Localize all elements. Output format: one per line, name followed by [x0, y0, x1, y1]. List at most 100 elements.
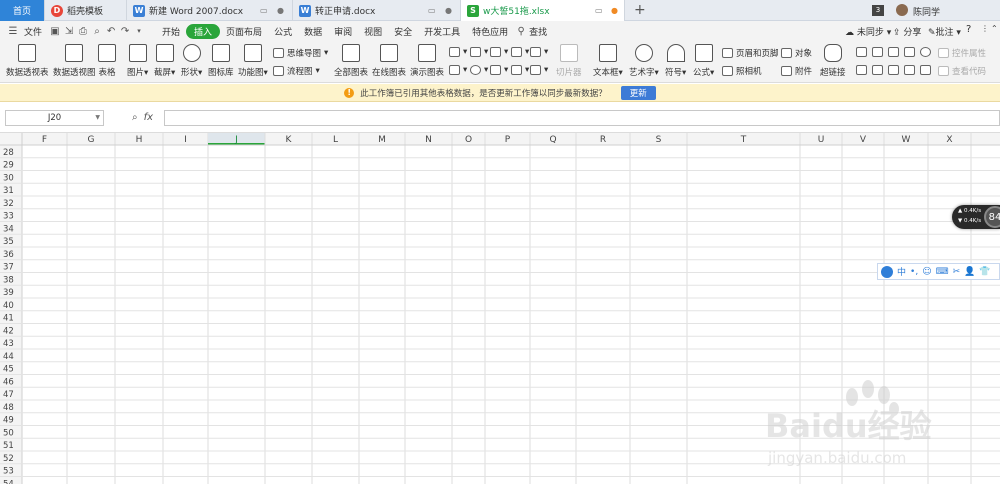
spin-control-button[interactable] — [888, 65, 899, 75]
tab-new-word-doc[interactable]: W 新建 Word 2007.docx ▭ ● — [127, 0, 293, 21]
textbox-control-button[interactable] — [872, 65, 883, 75]
menu-review[interactable]: 审阅 — [328, 25, 358, 38]
camera-button[interactable]: 照相机 — [722, 65, 762, 77]
bar-chart-dropdown[interactable]: ▾ — [470, 47, 488, 57]
ime-punctuation-icon[interactable]: •, — [910, 267, 918, 277]
area-chart-dropdown[interactable]: ▾ — [449, 65, 467, 75]
tab-regularization-doc[interactable]: W 转正申请.docx ▭ ● — [293, 0, 461, 21]
menu-page-layout[interactable]: 页面布局 — [220, 25, 268, 38]
demo-chart-button[interactable]: 演示图表 — [410, 44, 444, 78]
combobox-control-button[interactable] — [856, 65, 867, 75]
row-header-45[interactable]: 45 — [3, 365, 14, 375]
online-chart-button[interactable]: 在线图表 — [372, 44, 406, 78]
row-header-48[interactable]: 48 — [3, 403, 14, 413]
menu-start[interactable]: 开始 — [156, 25, 186, 38]
checkbox-control-button[interactable] — [904, 47, 915, 57]
collapse-ribbon-icon[interactable]: ⌃ — [991, 24, 998, 33]
row-header-35[interactable]: 35 — [3, 237, 14, 247]
column-header-M[interactable]: M — [378, 135, 386, 145]
label-control-button[interactable] — [856, 47, 867, 57]
menu-insert[interactable]: 插入 — [186, 23, 221, 39]
radar-chart-dropdown[interactable]: ▾ — [511, 47, 529, 57]
row-header-44[interactable]: 44 — [3, 352, 14, 362]
ime-logo-icon[interactable] — [881, 265, 893, 278]
comment-button[interactable]: ✎批注 ▾ — [928, 25, 961, 38]
help-icon[interactable]: ? — [966, 24, 971, 35]
column-header-L[interactable]: L — [333, 135, 338, 145]
column-header-T[interactable]: T — [740, 135, 747, 145]
line-chart-dropdown[interactable]: ▾ — [490, 47, 508, 57]
equation-button[interactable]: 公式▾ — [693, 44, 714, 78]
formula-input[interactable] — [164, 110, 1000, 126]
column-header-Q[interactable]: Q — [549, 135, 556, 145]
picture-button[interactable]: 图片▾ — [127, 44, 148, 78]
row-header-32[interactable]: 32 — [3, 199, 14, 209]
row-header-34[interactable]: 34 — [3, 224, 14, 234]
stock-chart-dropdown[interactable]: ▾ — [530, 65, 548, 75]
column-header-X[interactable]: X — [946, 135, 952, 145]
hamburger-menu-icon[interactable]: ☰ — [6, 26, 20, 37]
icon-library-button[interactable]: 图标库 — [208, 44, 234, 78]
menu-search[interactable]: 查找 — [528, 25, 553, 38]
row-header-33[interactable]: 33 — [3, 212, 14, 222]
network-speed-widget[interactable]: ▲ 0.4K/s ▼ 0.4K/s 84 — [952, 205, 1000, 229]
window-icon[interactable]: ▭ — [428, 6, 436, 15]
row-header-39[interactable]: 39 — [3, 288, 14, 298]
avatar[interactable] — [896, 4, 908, 16]
row-header-28[interactable]: 28 — [3, 148, 14, 158]
ime-keyboard-icon[interactable]: ⌨ — [936, 267, 949, 277]
new-tab-plus-icon[interactable]: + — [634, 2, 646, 18]
scatter-chart-dropdown[interactable]: ▾ — [490, 65, 508, 75]
object-button[interactable]: 对象 — [781, 47, 812, 59]
sparkline-dropdown[interactable]: ▾ — [530, 47, 548, 57]
row-header-46[interactable]: 46 — [3, 377, 14, 387]
pie-chart-dropdown[interactable]: ▾ — [470, 65, 488, 75]
column-header-N[interactable]: N — [425, 135, 432, 145]
symbol-button[interactable]: 符号▾ — [665, 44, 686, 78]
column-header-R[interactable]: R — [600, 135, 606, 145]
row-header-47[interactable]: 47 — [3, 390, 14, 400]
menu-file[interactable]: 文件 — [20, 25, 48, 38]
column-header-P[interactable]: P — [505, 135, 511, 145]
window-icon[interactable]: ▭ — [260, 6, 268, 15]
customize-dropdown-icon[interactable]: ▾ — [132, 27, 146, 35]
column-header-I[interactable]: I — [184, 135, 187, 145]
pivot-chart-button[interactable]: 数据透视图 — [53, 44, 96, 78]
row-header-42[interactable]: 42 — [3, 326, 14, 336]
export-icon[interactable]: ⇲ — [62, 26, 76, 37]
menu-special-apps[interactable]: 特色应用 — [466, 25, 514, 38]
row-header-41[interactable]: 41 — [3, 314, 14, 324]
text-box-button[interactable]: 文本框▾ — [593, 44, 623, 78]
ime-toolbar[interactable]: 中 •, ☺ ⌨ ✂ 👤 👕 — [877, 263, 1000, 280]
menu-security[interactable]: 安全 — [388, 25, 418, 38]
row-header-52[interactable]: 52 — [3, 454, 14, 464]
button-control-button[interactable] — [872, 47, 883, 57]
column-header-W[interactable]: W — [902, 135, 911, 145]
speed-ball[interactable]: 84 — [984, 206, 1000, 228]
column-header-S[interactable]: S — [656, 135, 662, 145]
column-header-U[interactable]: U — [818, 135, 825, 145]
radio-control-button[interactable] — [920, 47, 931, 57]
row-header-54[interactable]: 54 — [3, 479, 14, 484]
save-icon[interactable]: ▣ — [48, 26, 62, 37]
row-header-38[interactable]: 38 — [3, 275, 14, 285]
attachment-button[interactable]: 附件 — [781, 65, 812, 77]
function-chart-button[interactable]: 功能图▾ — [238, 44, 268, 78]
table-button[interactable]: 表格 — [98, 44, 116, 78]
redo-icon[interactable]: ↷ — [118, 26, 132, 37]
row-header-29[interactable]: 29 — [3, 161, 14, 171]
user-name[interactable]: 陈同学 — [913, 5, 940, 18]
column-header-H[interactable]: H — [136, 135, 143, 145]
ime-mode-chinese[interactable]: 中 — [897, 265, 906, 278]
image-control-button[interactable] — [920, 65, 931, 75]
print-icon[interactable]: ⎙ — [76, 26, 90, 37]
pivot-table-button[interactable]: 数据透视表 — [6, 44, 49, 78]
menu-data[interactable]: 数据 — [298, 25, 328, 38]
tab-status-dot[interactable]: ● — [445, 6, 452, 15]
row-header-50[interactable]: 50 — [3, 428, 14, 438]
other-chart-dropdown[interactable]: ▾ — [511, 65, 529, 75]
wordart-button[interactable]: 艺术字▾ — [629, 44, 659, 78]
flowchart-button[interactable]: 流程图 ▾ — [273, 65, 320, 77]
tab-docer-templates[interactable]: D 稻壳模板 — [45, 0, 127, 21]
ime-emoji-icon[interactable]: ☺ — [922, 267, 931, 277]
